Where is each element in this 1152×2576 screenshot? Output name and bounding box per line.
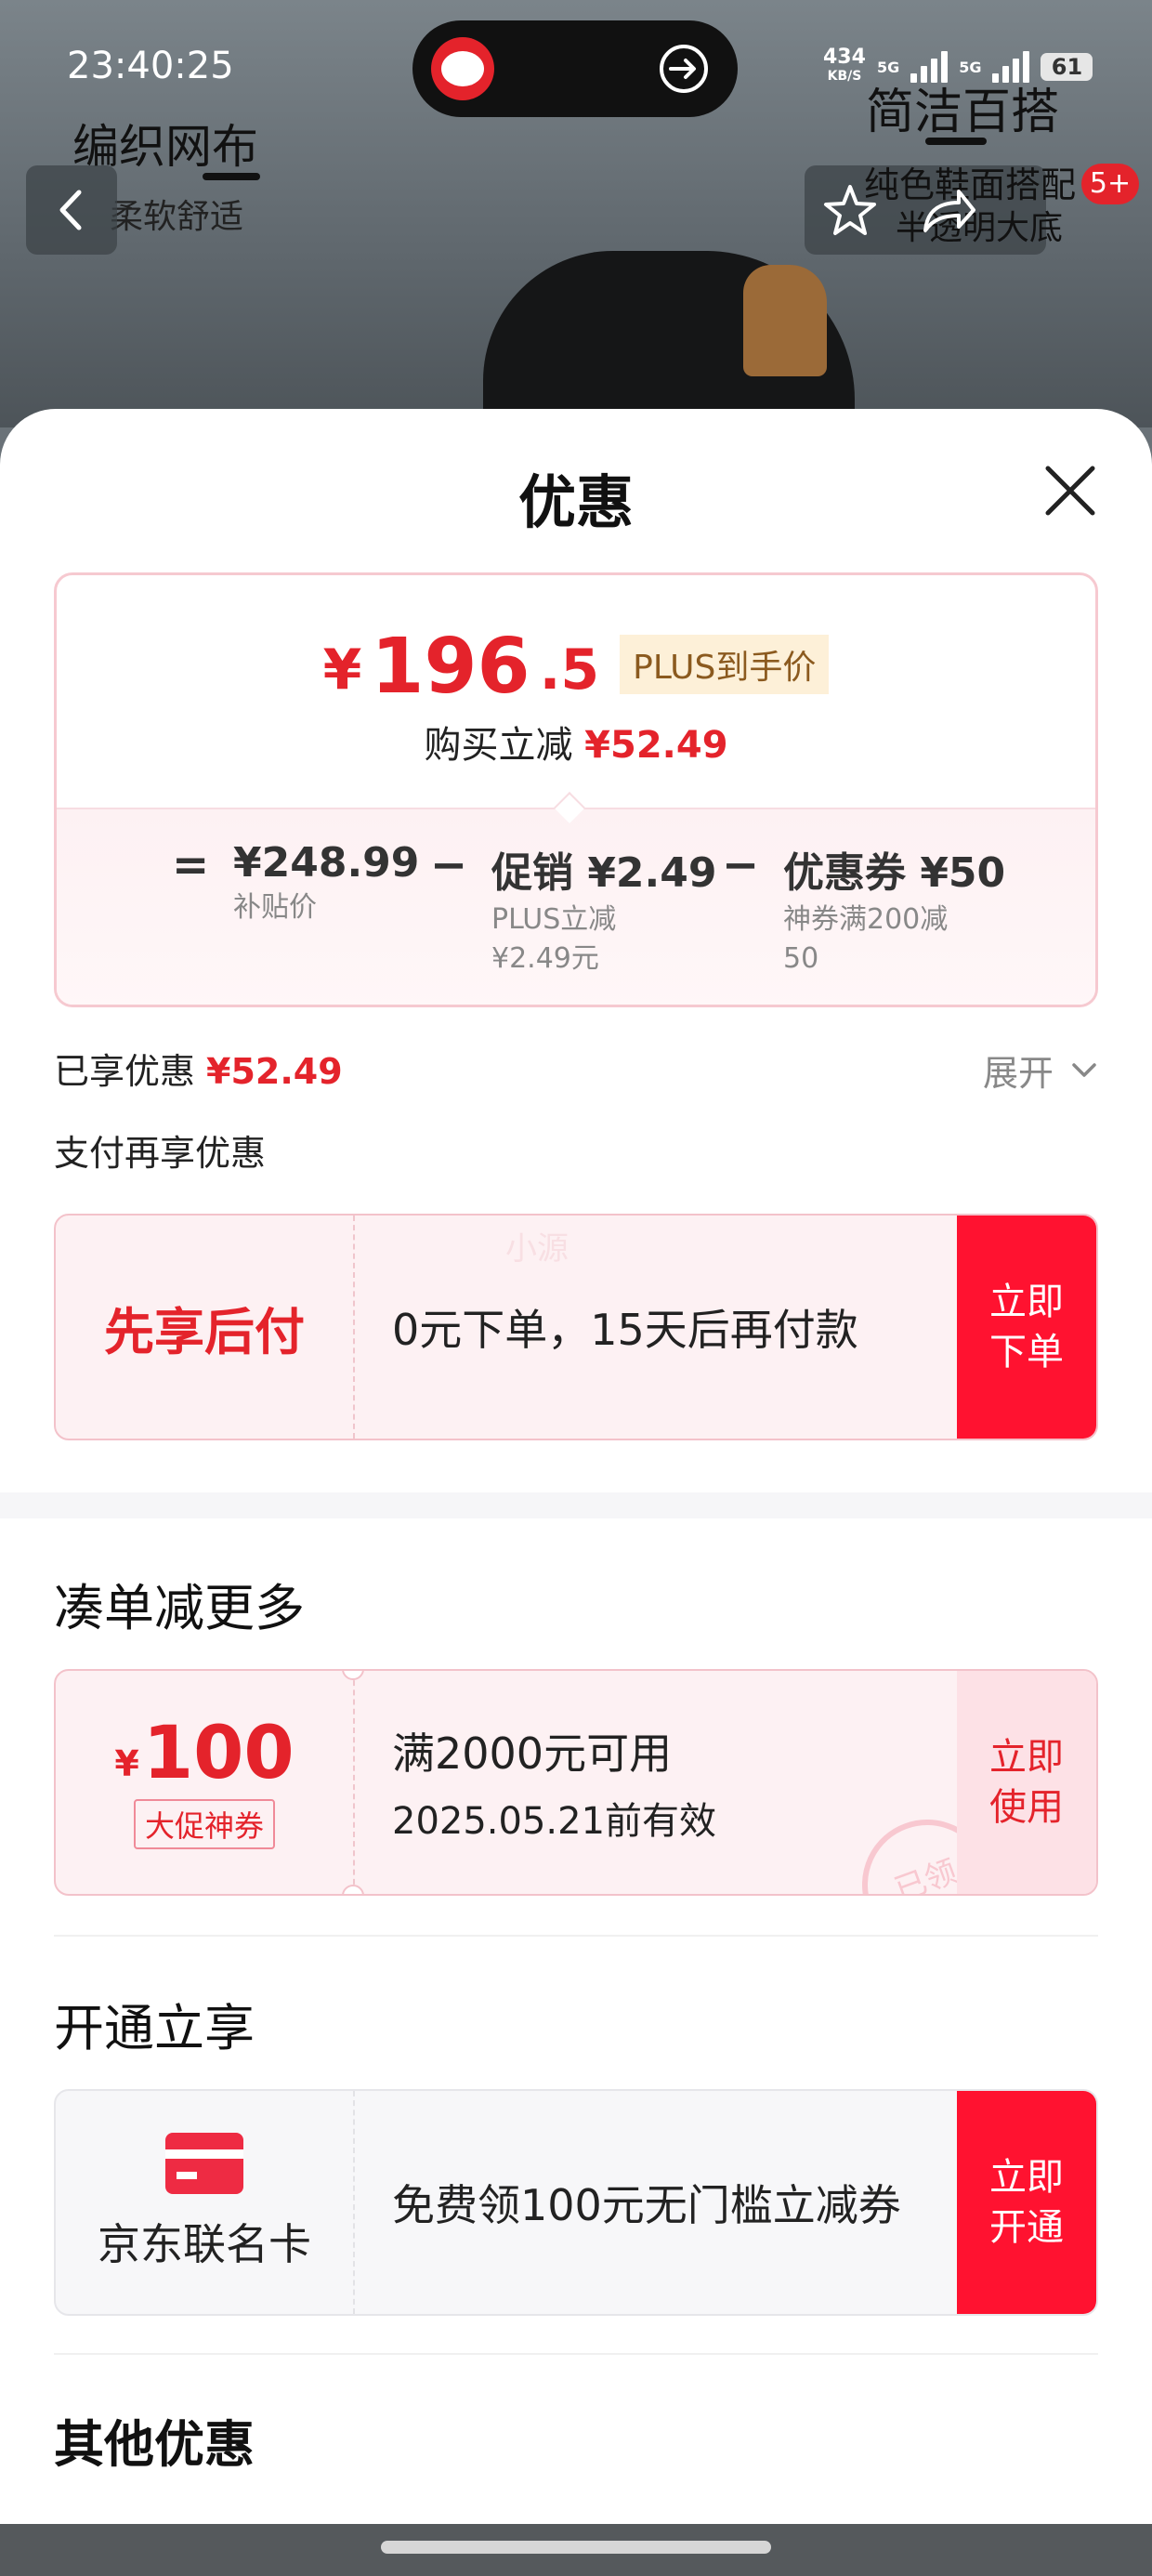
coupon-middle: 满2000元可用 2025.05.21前有效: [392, 1671, 716, 1894]
reduce-amount: ¥52.49: [584, 724, 728, 767]
promo-sub: PLUS立减: [491, 903, 617, 936]
bnpl-text: 0元下单，15天后再付款: [392, 1305, 858, 1355]
enjoyed-amount: ¥52.49: [206, 1051, 343, 1092]
promo-amount: 促销 ¥2.49: [491, 849, 717, 897]
bnpl-card[interactable]: 先享后付 小源 0元下单，15天后再付款 立即 下单: [54, 1214, 1098, 1440]
use-now-button[interactable]: 立即 使用: [957, 1671, 1096, 1894]
tab-simple-match[interactable]: 简洁百搭: [866, 72, 1059, 142]
order-now-button[interactable]: 立即 下单: [957, 1216, 1096, 1439]
coupon-expiry: 2025.05.21前有效: [392, 1800, 717, 1843]
credit-card-offer[interactable]: 京东联名卡 免费领100元无门槛立减券 立即开通: [54, 2089, 1098, 2316]
card-divider: [353, 2091, 355, 2314]
minus-sign-2: −: [722, 839, 760, 891]
coupon-sub-2: 50: [783, 942, 819, 975]
coupon-tag: 大促神券: [133, 1799, 275, 1849]
chevron-down-icon[interactable]: [1070, 1059, 1098, 1082]
back-button[interactable]: [26, 165, 117, 255]
share-icon[interactable]: [918, 182, 979, 240]
bnpl-title: 先享后付: [104, 1302, 305, 1361]
bnpl-left: 先享后付: [56, 1216, 353, 1439]
base-price: ¥248.99: [233, 839, 420, 887]
card-divider: [353, 1216, 355, 1439]
base-price-col: ¥248.99 补贴价: [233, 839, 419, 927]
star-icon[interactable]: [821, 182, 879, 240]
notification-badge: 5+: [1081, 164, 1139, 204]
price-summary-top: ¥ 196 .5 PLUS到手价 购买立减 ¥52.49: [57, 575, 1095, 808]
tab-underline: [203, 173, 260, 180]
open-now-label-1: 立即: [989, 2156, 1064, 2199]
divider: [54, 1935, 1098, 1937]
net-speed: 434 KB/S: [823, 46, 866, 85]
base-price-label: 补贴价: [233, 891, 317, 924]
other-section-title: 其他优惠: [54, 2415, 255, 2474]
coupon-card[interactable]: ¥ 100 大促神券 满2000元可用 2025.05.21前有效 已领 立即使…: [54, 1669, 1098, 1896]
use-now-label-1: 立即: [989, 1736, 1064, 1779]
shoe-heel-image: [743, 265, 827, 376]
expand-button[interactable]: 展开: [983, 1045, 1054, 1096]
credit-card-middle: 免费领100元无门槛立减券: [392, 2091, 901, 2314]
price-currency: ¥: [322, 637, 362, 703]
bnpl-middle: 0元下单，15天后再付款: [392, 1216, 858, 1439]
promo-sub-2: ¥2.49元: [491, 942, 599, 975]
open-now-button[interactable]: 立即 开通: [957, 2091, 1096, 2314]
coupon-number: 100: [142, 1712, 295, 1795]
coupon-condition: 满2000元可用: [392, 1728, 673, 1779]
coupon-amount: 优惠券 ¥50: [783, 849, 1006, 897]
promo-col: 促销 ¥2.49 PLUS立减 ¥2.49元: [491, 839, 717, 979]
coupon-left: ¥ 100 大促神券: [56, 1671, 353, 1894]
open-now-label-2: 开通: [989, 2206, 1064, 2249]
pay-hint: 支付再享优惠: [54, 1133, 267, 1174]
coupon-currency: ¥: [114, 1743, 139, 1784]
net-speed-value: 434: [823, 46, 866, 69]
price-integer: 196: [371, 623, 530, 711]
sheet-title: 优惠: [517, 468, 634, 536]
reduce-label: 购买立减: [424, 724, 573, 767]
order-now-label-1: 立即: [989, 1281, 1064, 1323]
plus-price-tag: PLUS到手价: [620, 635, 830, 694]
credit-card-text: 免费领100元无门槛立减券: [392, 2180, 901, 2230]
coupon-sub: 神券满200减: [783, 903, 949, 936]
dynamic-island-pill[interactable]: [412, 20, 738, 117]
tab-underline-right: [925, 138, 987, 145]
chevron-left-icon: [59, 190, 82, 230]
home-indicator[interactable]: [381, 2541, 771, 2554]
enjoyed-discount: 已享优惠 ¥52.49: [54, 1043, 343, 1094]
divider: [54, 2353, 1098, 2355]
close-icon[interactable]: [1041, 461, 1100, 520]
bundle-section-title: 凑单减更多: [54, 1579, 305, 1637]
order-now-label-2: 下单: [989, 1331, 1064, 1373]
credit-card-left: 京东联名卡: [56, 2091, 353, 2314]
final-price-row: ¥ 196 .5 PLUS到手价: [57, 627, 1095, 707]
net-speed-unit: KB/S: [827, 69, 862, 84]
tab-knit-mesh-subtitle: 柔软舒适: [110, 198, 244, 236]
credit-card-icon: [165, 2133, 243, 2194]
jd-mascot-icon: [431, 37, 494, 100]
card-divider: [353, 1671, 355, 1894]
price-summary-card: ¥ 196 .5 PLUS到手价 购买立减 ¥52.49 = ¥248.99 补…: [54, 572, 1098, 1007]
enjoyed-label: 已享优惠: [54, 1051, 196, 1092]
login-arrow-icon: [660, 45, 708, 93]
price-formula: = ¥248.99 补贴价 − 促销 ¥2.49 PLUS立减 ¥2.49元 −…: [57, 821, 1095, 1005]
minus-sign: −: [430, 839, 468, 891]
equals-sign: =: [172, 839, 210, 891]
section-separator: [0, 1492, 1152, 1518]
coupon-col: 优惠券 ¥50 神券满200减 50: [783, 839, 1005, 979]
open-section-title: 开通立享: [54, 1999, 255, 2057]
status-time: 23:40:25: [67, 45, 234, 87]
coupon-notch-bottom: [342, 1885, 364, 1894]
credit-card-name: 京东联名卡: [98, 2219, 311, 2269]
reduce-row: 购买立减 ¥52.49: [57, 715, 1095, 769]
use-now-label-2: 使用: [989, 1786, 1064, 1829]
price-decimal: .5: [539, 637, 600, 703]
coupon-value: ¥ 100: [114, 1715, 294, 1792]
